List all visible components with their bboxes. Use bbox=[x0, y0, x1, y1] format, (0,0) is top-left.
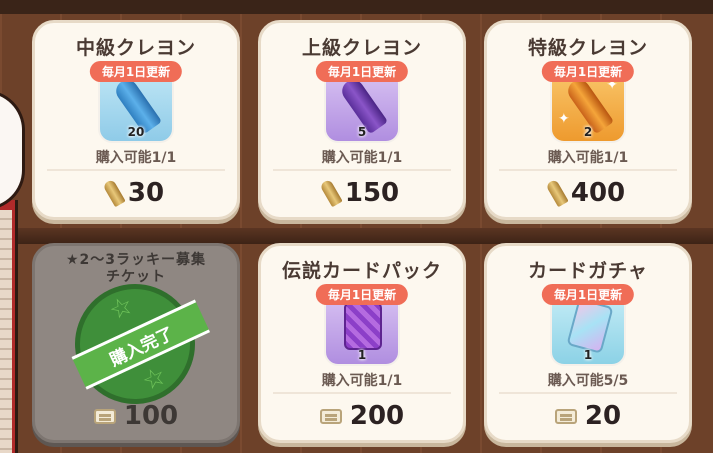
card-gacha-icon bbox=[566, 298, 614, 354]
divider bbox=[273, 392, 451, 394]
item-title: 上級クレヨン bbox=[301, 37, 422, 59]
item-quantity: 1 bbox=[357, 348, 367, 362]
divider bbox=[47, 169, 225, 171]
item-price[interactable]: 20 bbox=[487, 401, 689, 431]
item-quantity: 1 bbox=[583, 348, 593, 362]
item-quantity: 2 bbox=[583, 125, 593, 139]
bullet-icon bbox=[545, 178, 569, 208]
ticket-icon bbox=[93, 408, 116, 424]
item-quantity: 5 bbox=[357, 125, 367, 139]
item-price[interactable]: 150 bbox=[261, 178, 463, 208]
price-value: 200 bbox=[349, 401, 405, 431]
price-value: 400 bbox=[570, 178, 626, 208]
ticket-icon bbox=[554, 408, 577, 424]
bullet-icon bbox=[319, 178, 343, 208]
price-value: 150 bbox=[344, 178, 400, 208]
item-price[interactable]: 30 bbox=[35, 178, 237, 208]
bullet-icon bbox=[102, 178, 126, 208]
monthly-reset-badge: 毎月1日更新 bbox=[315, 284, 409, 305]
item-price[interactable]: 400 bbox=[487, 178, 689, 208]
purchase-limit: 購入可能1/1 bbox=[321, 150, 403, 166]
purchase-limit: 購入可能1/1 bbox=[321, 373, 403, 389]
item-price[interactable]: 200 bbox=[261, 401, 463, 431]
star-icon: ☆ bbox=[104, 289, 139, 327]
monthly-reset-badge: 毎月1日更新 bbox=[541, 284, 635, 305]
card-pack-icon bbox=[344, 302, 382, 350]
divider bbox=[499, 392, 677, 394]
price-value: 20 bbox=[584, 401, 622, 431]
purchased-stamp: ☆ 購入完了 ☆ bbox=[55, 264, 215, 424]
shelf-divider bbox=[0, 228, 713, 244]
item-title: 伝説カードパック bbox=[281, 260, 442, 282]
shop-item-card-gacha[interactable]: カードガチャ 毎月1日更新 1 購入可能5/5 20 bbox=[484, 243, 692, 443]
item-price: 100 bbox=[35, 401, 237, 431]
monthly-reset-badge: 毎月1日更新 bbox=[541, 61, 635, 82]
item-title: 中級クレヨン bbox=[75, 37, 196, 59]
divider bbox=[273, 169, 451, 171]
shop-item-special-crayon[interactable]: 特級クレヨン 毎月1日更新 ✦ ✦ 2 購入可能1/1 400 bbox=[484, 20, 692, 220]
monthly-reset-badge: 毎月1日更新 bbox=[315, 61, 409, 82]
purchase-limit: 購入可能1/1 bbox=[95, 150, 177, 166]
divider bbox=[499, 169, 677, 171]
purchase-limit: 購入可能1/1 bbox=[547, 150, 629, 166]
purchase-limit: 購入可能5/5 bbox=[547, 373, 629, 389]
monthly-reset-badge: 毎月1日更新 bbox=[89, 61, 183, 82]
item-title: ★2～3ラッキー募集チケット bbox=[65, 252, 207, 285]
item-title: カードガチャ bbox=[528, 260, 648, 282]
character-ribbon bbox=[0, 210, 12, 453]
item-title: 特級クレヨン bbox=[527, 37, 648, 59]
shop-item-intermediate-crayon[interactable]: 中級クレヨン 毎月1日更新 20 購入可能1/1 30 bbox=[32, 20, 240, 220]
price-value: 30 bbox=[127, 178, 165, 208]
ticket-icon bbox=[319, 408, 342, 424]
shop-item-advanced-crayon[interactable]: 上級クレヨン 毎月1日更新 5 購入可能1/1 150 bbox=[258, 20, 466, 220]
shop-item-legend-card-pack[interactable]: 伝説カードパック 毎月1日更新 1 購入可能1/1 200 bbox=[258, 243, 466, 443]
price-value: 100 bbox=[123, 401, 179, 431]
item-quantity: 20 bbox=[127, 125, 145, 139]
shop-item-lucky-ticket: ★2～3ラッキー募集チケット ☆ 購入完了 ☆ 100 bbox=[32, 243, 240, 443]
star-icon: ☆ bbox=[137, 360, 172, 398]
